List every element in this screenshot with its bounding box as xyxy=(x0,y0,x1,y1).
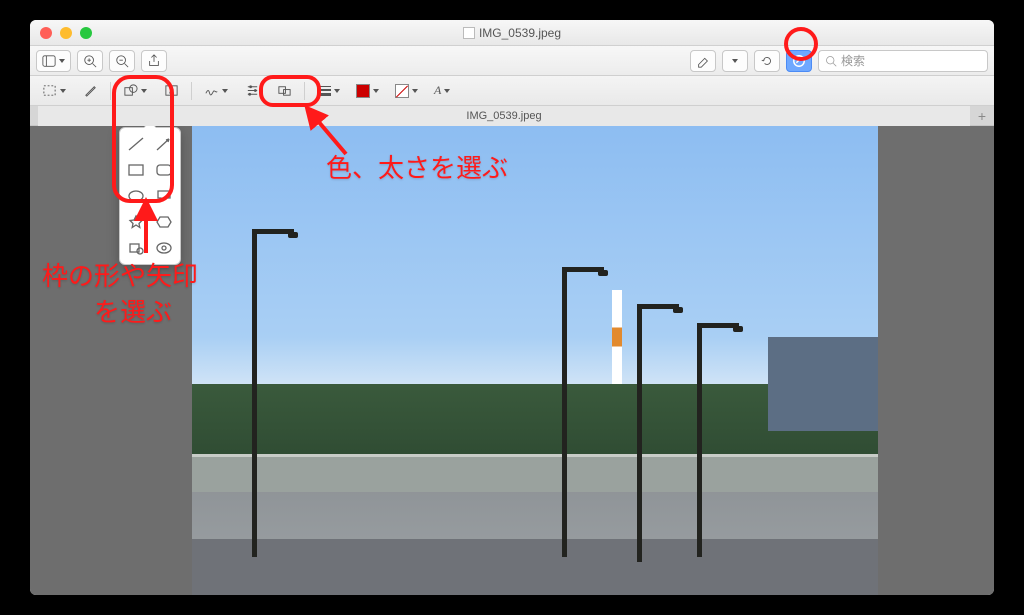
shape-line-button[interactable] xyxy=(125,134,147,154)
photo-layer xyxy=(252,229,257,557)
photo-layer xyxy=(612,290,622,384)
shape-mask-button[interactable] xyxy=(153,238,175,258)
text-style-button[interactable]: A xyxy=(430,80,454,102)
minimize-window-button[interactable] xyxy=(60,27,72,39)
zoom-out-button[interactable] xyxy=(109,50,135,72)
magnifier-minus-icon xyxy=(115,54,129,68)
resize-icon xyxy=(277,83,292,98)
photo-layer xyxy=(562,267,567,558)
window-title-text: IMG_0539.jpeg xyxy=(479,26,561,40)
chevron-down-icon xyxy=(222,89,228,93)
instant-alpha-button[interactable] xyxy=(78,80,102,102)
wand-icon xyxy=(83,83,98,98)
border-color-button[interactable] xyxy=(352,80,383,102)
preview-window: IMG_0539.jpeg 検索 xyxy=(30,20,994,595)
highlight-color-button[interactable] xyxy=(722,50,748,72)
new-tab-button[interactable]: + xyxy=(970,108,994,124)
shape-ellipse-button[interactable] xyxy=(125,186,147,206)
photo-layer xyxy=(192,454,878,492)
tab-strip: IMG_0539.jpeg + xyxy=(30,106,994,126)
photo-layer xyxy=(637,304,642,562)
markup-icon xyxy=(792,54,806,68)
fill-color-swatch xyxy=(395,84,409,98)
line-weight-icon xyxy=(317,86,331,96)
file-type-icon xyxy=(463,27,475,39)
image-content xyxy=(192,126,878,595)
text-style-icon: A xyxy=(434,83,441,98)
shape-rounded-rect-button[interactable] xyxy=(153,160,175,180)
sidebar-toggle-button[interactable] xyxy=(36,50,71,72)
image-canvas[interactable] xyxy=(30,126,994,595)
main-toolbar: 検索 xyxy=(30,46,994,76)
rotate-icon xyxy=(760,54,774,68)
shape-star-button[interactable] xyxy=(125,212,147,232)
share-icon xyxy=(147,54,161,68)
search-icon xyxy=(825,55,837,67)
share-button[interactable] xyxy=(141,50,167,72)
shape-rect-button[interactable] xyxy=(125,160,147,180)
photo-layer xyxy=(192,539,878,595)
close-window-button[interactable] xyxy=(40,27,52,39)
chevron-down-icon xyxy=(60,89,66,93)
photo-layer xyxy=(697,323,702,558)
toolbar-divider xyxy=(110,82,111,100)
highlighter-icon xyxy=(696,54,710,68)
text-box-icon: A xyxy=(164,83,179,98)
highlight-button[interactable] xyxy=(690,50,716,72)
line-style-button[interactable] xyxy=(313,80,344,102)
chevron-down-icon xyxy=(59,59,65,63)
zoom-in-button[interactable] xyxy=(77,50,103,72)
rotate-button[interactable] xyxy=(754,50,780,72)
window-title: IMG_0539.jpeg xyxy=(30,26,994,40)
photo-layer xyxy=(768,337,878,431)
chevron-down-icon xyxy=(732,59,738,63)
svg-text:A: A xyxy=(168,86,173,95)
shapes-icon xyxy=(123,83,138,98)
tab-label: IMG_0539.jpeg xyxy=(466,110,541,122)
shape-hexagon-button[interactable] xyxy=(153,212,175,232)
shapes-button[interactable] xyxy=(119,80,151,102)
selection-tool-button[interactable] xyxy=(38,80,70,102)
text-button[interactable]: A xyxy=(159,80,183,102)
search-field[interactable]: 検索 xyxy=(818,50,988,72)
toolbar-divider xyxy=(304,82,305,100)
chevron-down-icon xyxy=(412,89,418,93)
shape-speech-button[interactable] xyxy=(153,186,175,206)
shapes-popover xyxy=(119,127,181,265)
document-tab[interactable]: IMG_0539.jpeg xyxy=(38,106,970,126)
sliders-icon xyxy=(245,83,260,98)
adjust-size-button[interactable] xyxy=(272,80,296,102)
shape-arrow-button[interactable] xyxy=(153,134,175,154)
markup-toggle-button[interactable] xyxy=(786,50,812,72)
adjust-color-button[interactable] xyxy=(240,80,264,102)
chevron-down-icon xyxy=(141,89,147,93)
window-controls xyxy=(40,27,92,39)
titlebar: IMG_0539.jpeg xyxy=(30,20,994,46)
toolbar-divider xyxy=(191,82,192,100)
sign-button[interactable] xyxy=(200,80,232,102)
search-placeholder: 検索 xyxy=(841,52,865,69)
selection-rect-icon xyxy=(42,83,57,98)
sidebar-icon xyxy=(42,54,56,68)
chevron-down-icon xyxy=(334,89,340,93)
markup-toolbar: A A xyxy=(30,76,994,106)
chevron-down-icon xyxy=(373,89,379,93)
border-color-swatch xyxy=(356,84,370,98)
fill-color-button[interactable] xyxy=(391,80,422,102)
zoom-window-button[interactable] xyxy=(80,27,92,39)
magnifier-plus-icon xyxy=(83,54,97,68)
chevron-down-icon xyxy=(444,89,450,93)
shape-loupe-button[interactable] xyxy=(125,238,147,258)
signature-icon xyxy=(204,83,219,98)
